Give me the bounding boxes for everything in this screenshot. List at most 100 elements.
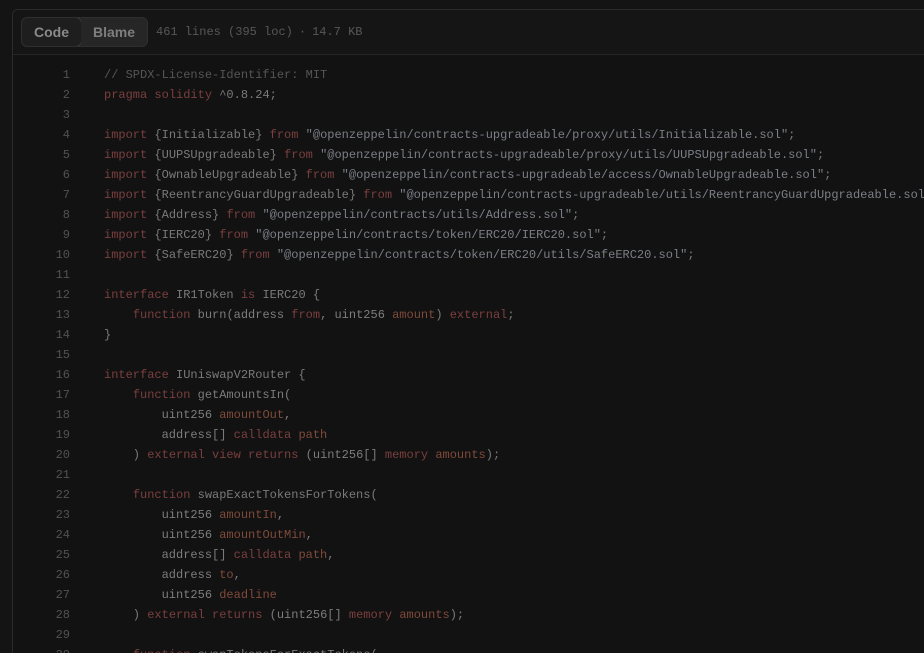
code-line: 27 uint256 deadline <box>13 585 924 605</box>
code-line: 28 ) external returns (uint256[] memory … <box>13 605 924 625</box>
code-text: uint256 amountOutMin, <box>161 528 313 542</box>
line-number[interactable]: 1 <box>13 65 70 85</box>
line-number[interactable]: 11 <box>13 265 70 285</box>
code-text: import {UUPSUpgradeable} from "@openzepp… <box>104 148 825 162</box>
blame-tab[interactable]: Blame <box>81 18 148 46</box>
code-line: 12 interface IR1Token is IERC20 { <box>13 285 924 305</box>
code-line: 9 import {IERC20} from "@openzeppelin/con… <box>13 225 924 245</box>
code-text: uint256 deadline <box>161 588 277 602</box>
line-number[interactable]: 20 <box>13 445 70 465</box>
code-text: import {SafeERC20} from "@openzeppelin/c… <box>104 248 695 262</box>
code-text: pragma solidity ^0.8.24; <box>104 88 277 102</box>
code-text: function swapExactTokensForTokens( <box>132 488 378 502</box>
code-text: import {Initializable} from "@openzeppel… <box>104 128 796 142</box>
line-number[interactable]: 5 <box>13 145 70 165</box>
code-tab[interactable]: Code <box>22 18 82 46</box>
file-viewer: Code Blame 461 lines (395 loc) · 14.7 KB… <box>12 9 924 653</box>
code-text: import {Address} from "@openzeppelin/con… <box>104 208 580 222</box>
code-line: 15 <box>13 345 924 365</box>
line-number[interactable]: 22 <box>13 485 70 505</box>
code-line: 19 address[] calldata path <box>13 425 924 445</box>
code-text: import {ReentrancyGuardUpgradeable} from… <box>104 188 924 202</box>
code-line: 16 interface IUniswapV2Router { <box>13 365 924 385</box>
code-text: import {OwnableUpgradeable} from "@openz… <box>104 168 832 182</box>
code-line: 20 ) external view returns (uint256[] me… <box>13 445 924 465</box>
line-number[interactable]: 2 <box>13 85 70 105</box>
code-line: 1 // SPDX-License-Identifier: MIT <box>13 65 924 85</box>
code-text: interface IR1Token is IERC20 { <box>104 288 321 302</box>
line-number[interactable]: 24 <box>13 525 70 545</box>
code-line: 23 uint256 amountIn, <box>13 505 924 525</box>
code-line: 10 import {SafeERC20} from "@openzeppelin… <box>13 245 924 265</box>
line-number[interactable]: 17 <box>13 385 70 405</box>
code-line: 30 function swapTokensForExactTokens( <box>13 645 924 653</box>
file-size: 14.7 KB <box>312 25 363 39</box>
line-number[interactable]: 28 <box>13 605 70 625</box>
line-number[interactable]: 21 <box>13 465 70 485</box>
meta-separator: · <box>298 25 307 39</box>
code-text: address to, <box>161 568 241 582</box>
code-line: 13 function burn(address from, uint256 a… <box>13 305 924 325</box>
file-meta: 461 lines (395 loc) · 14.7 KB <box>156 25 362 39</box>
code-text: import {IERC20} from "@openzeppelin/cont… <box>104 228 609 242</box>
line-number[interactable]: 9 <box>13 225 70 245</box>
line-number[interactable]: 16 <box>13 365 70 385</box>
line-number[interactable]: 25 <box>13 545 70 565</box>
code-text: // SPDX-License-Identifier: MIT <box>104 68 328 82</box>
code-line: 3 <box>13 105 924 125</box>
code-text: uint256 amountOut, <box>161 408 292 422</box>
code-line: 29 <box>13 625 924 645</box>
code-text: ) external view returns (uint256[] memor… <box>104 448 501 462</box>
line-number[interactable]: 18 <box>13 405 70 425</box>
line-number[interactable]: 12 <box>13 285 70 305</box>
code-line: 25 address[] calldata path, <box>13 545 924 565</box>
code-line: 8 import {Address} from "@openzeppelin/co… <box>13 205 924 225</box>
code-text: interface IUniswapV2Router { <box>104 368 306 382</box>
line-number[interactable]: 6 <box>13 165 70 185</box>
code-line: 11 <box>13 265 924 285</box>
code-line: 21 <box>13 465 924 485</box>
code-text: function swapTokensForExactTokens( <box>70 645 378 653</box>
line-number[interactable]: 15 <box>13 345 70 365</box>
code-line: 5 import {UUPSUpgradeable} from "@openzep… <box>13 145 924 165</box>
code-text: function burn(address from, uint256 amou… <box>132 308 515 322</box>
line-number[interactable]: 7 <box>13 185 70 205</box>
line-number[interactable]: 4 <box>13 125 70 145</box>
line-number[interactable]: 8 <box>13 205 70 225</box>
line-number[interactable]: 14 <box>13 325 70 345</box>
line-number[interactable]: 19 <box>13 425 70 445</box>
line-number[interactable]: 23 <box>13 505 70 525</box>
code-text: function getAmountsIn( <box>132 388 292 402</box>
file-toolbar: Code Blame 461 lines (395 loc) · 14.7 KB <box>13 10 924 55</box>
code-line: 18 uint256 amountOut, <box>13 405 924 425</box>
code-line: 22 function swapExactTokensForTokens( <box>13 485 924 505</box>
line-count: 461 lines (395 loc) <box>156 25 293 39</box>
code-text: ) external returns (uint256[] memory amo… <box>104 608 465 622</box>
code-line: 26 address to, <box>13 565 924 585</box>
line-number[interactable]: 27 <box>13 585 70 605</box>
code-text: } <box>104 328 112 342</box>
code-line: 17 function getAmountsIn( <box>13 385 924 405</box>
line-number[interactable]: 3 <box>13 105 70 125</box>
line-number[interactable]: 29 <box>13 625 70 645</box>
line-number[interactable]: 26 <box>13 565 70 585</box>
code-line: 4 import {Initializable} from "@openzeppe… <box>13 125 924 145</box>
code-text: uint256 amountIn, <box>161 508 285 522</box>
code-line: 6 import {OwnableUpgradeable} from "@open… <box>13 165 924 185</box>
view-mode-toggle: Code Blame <box>21 17 149 47</box>
line-number[interactable]: 10 <box>13 245 70 265</box>
code-line: 14} <box>13 325 924 345</box>
code-line: 7 import {ReentrancyGuardUpgradeable} fro… <box>13 185 924 205</box>
code-line: 2 pragma solidity ^0.8.24; <box>13 85 924 105</box>
code-text: address[] calldata path, <box>161 548 335 562</box>
line-number[interactable]: 13 <box>13 305 70 325</box>
code-text: address[] calldata path <box>161 428 328 442</box>
line-number[interactable]: 30 <box>13 645 70 653</box>
code-line: 24 uint256 amountOutMin, <box>13 525 924 545</box>
code-view: 1 // SPDX-License-Identifier: MIT 2 pragma … <box>13 55 924 653</box>
